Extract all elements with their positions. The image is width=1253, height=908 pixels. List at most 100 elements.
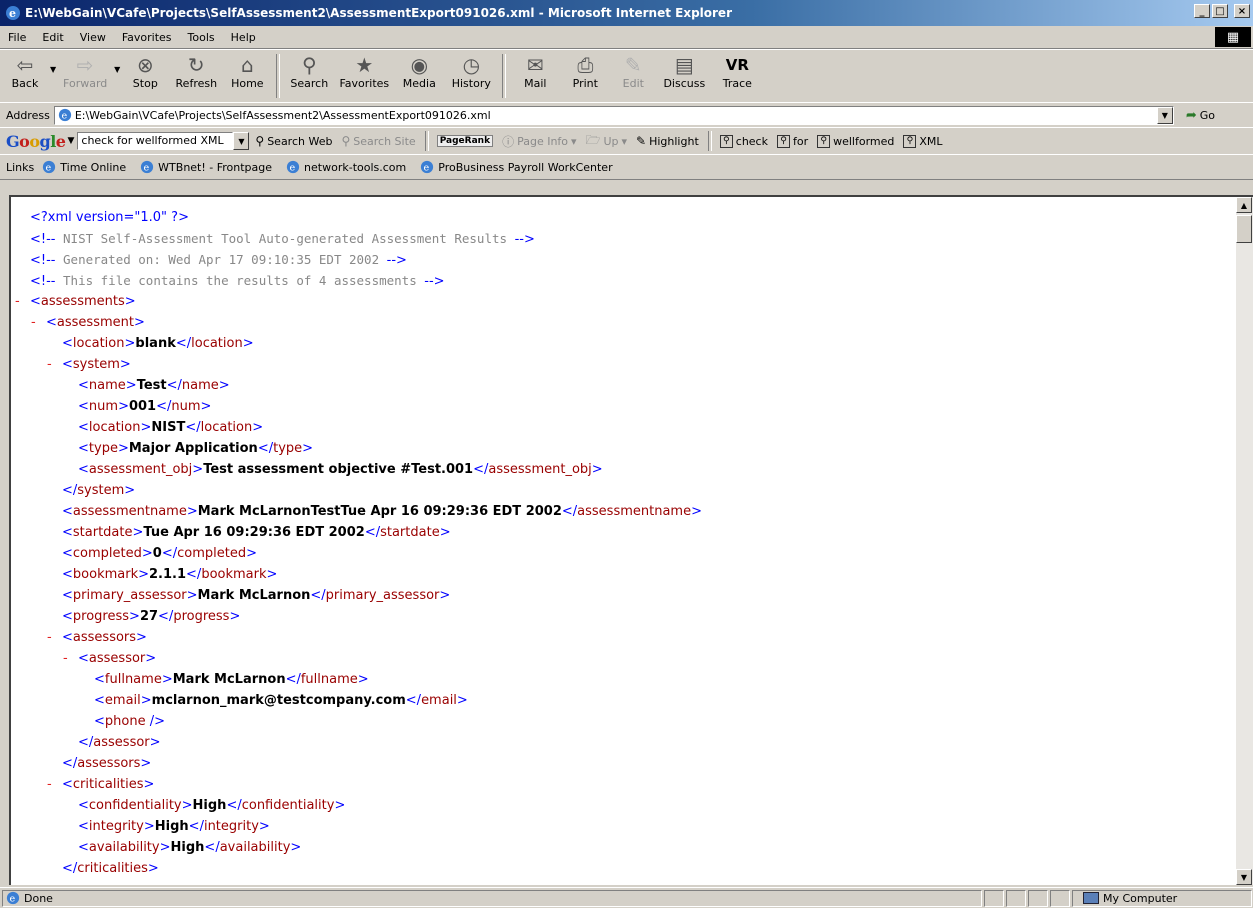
link-probusiness[interactable]: e ProBusiness Payroll WorkCenter <box>420 160 613 174</box>
minimize-button[interactable]: _ <box>1194 4 1210 18</box>
tag-name: availability <box>219 840 291 855</box>
mail-label: Mail <box>524 77 547 90</box>
history-button[interactable]: ◷ History <box>444 50 498 100</box>
status-cell <box>1006 889 1026 907</box>
collapse-toggle[interactable]: - <box>31 312 36 333</box>
term-for-button[interactable]: ⚲ for <box>776 134 809 148</box>
menu-favorites[interactable]: Favorites <box>114 31 180 44</box>
xml-line: - <system> <box>47 354 131 375</box>
tag-bracket: < <box>78 462 89 477</box>
tag-bracket: < <box>94 693 105 708</box>
search-button[interactable]: ⚲ Search <box>284 50 334 100</box>
collapse-toggle[interactable]: - <box>47 774 52 795</box>
menu-tools[interactable]: Tools <box>180 31 223 44</box>
tag-name: location <box>88 420 141 435</box>
tag-bracket: > <box>246 546 258 561</box>
link-time-online[interactable]: e Time Online <box>42 160 126 174</box>
scroll-down-icon[interactable]: ▼ <box>1236 869 1252 885</box>
collapse-toggle[interactable]: - <box>47 354 52 375</box>
address-dropdown-icon[interactable]: ▼ <box>1156 106 1173 124</box>
stop-button[interactable]: ⊗ Stop <box>120 50 170 100</box>
xml-line: <confidentiality>High</confidentiality> <box>78 795 345 816</box>
discuss-button[interactable]: ▤ Discuss <box>656 50 712 100</box>
tag-bracket: > <box>125 378 137 393</box>
tag-bracket: < <box>62 777 73 792</box>
mail-button[interactable]: ✉ Mail <box>510 50 560 100</box>
svg-text:e: e <box>10 894 16 905</box>
vertical-scrollbar[interactable]: ▲ ▼ <box>1236 195 1253 885</box>
menu-edit[interactable]: Edit <box>34 31 71 44</box>
tag-name: type <box>88 441 118 456</box>
term-xml-button[interactable]: ⚲ XML <box>903 134 943 148</box>
tag-bracket: > <box>117 441 129 456</box>
collapse-toggle[interactable]: - <box>47 627 52 648</box>
google-separator <box>424 131 429 151</box>
pagerank-indicator[interactable]: PageRank <box>436 135 494 147</box>
xml-document-view[interactable]: <?xml version="1.0" ?> <!-- NIST Self-Ass… <box>9 195 1236 885</box>
term-wellformed-button[interactable]: ⚲ wellformed <box>817 134 895 148</box>
tag-bracket: > <box>252 420 264 435</box>
xml-line: </system> <box>62 480 135 501</box>
highlight-button[interactable]: ✎ Highlight <box>636 134 699 148</box>
term-check-button[interactable]: ⚲ check <box>719 134 768 148</box>
edit-button[interactable]: ✎ Edit <box>610 50 656 100</box>
forward-button[interactable]: ⇨ Forward <box>56 50 114 100</box>
tag-name: location <box>191 336 243 351</box>
back-button[interactable]: ⇦ Back <box>0 50 50 100</box>
scroll-up-icon[interactable]: ▲ <box>1236 197 1252 213</box>
tag-bracket: > <box>133 315 145 330</box>
trace-button[interactable]: VR Trace <box>712 50 762 100</box>
tag-bracket: > <box>229 609 241 624</box>
my-computer-icon <box>1083 892 1099 904</box>
page-info-button[interactable]: ⓘ Page Info ▾ <box>502 133 577 150</box>
menu-help[interactable]: Help <box>223 31 264 44</box>
google-search-input[interactable]: check for wellformed XML <box>77 132 234 150</box>
status-text: Done <box>24 891 53 905</box>
google-menu-dropdown-icon[interactable]: ▼ <box>67 136 74 146</box>
address-bar: Address e E:\WebGain\VCafe\Projects\Self… <box>0 102 1253 128</box>
go-button[interactable]: ➦ Go <box>1186 108 1215 123</box>
tag-bracket: </ <box>473 462 489 477</box>
search-web-button[interactable]: ⚲ Search Web <box>255 134 332 148</box>
xml-line: <email>mclarnon_mark@testcompany.com</em… <box>94 690 468 711</box>
home-button[interactable]: ⌂ Home <box>222 50 272 100</box>
forward-arrow-icon: ⇨ <box>76 53 94 77</box>
collapse-toggle[interactable]: - <box>63 648 68 669</box>
search-site-button[interactable]: ⚲ Search Site <box>341 134 415 148</box>
up-button[interactable]: 🗁 Up ▾ <box>586 131 627 152</box>
term-label: wellformed <box>833 134 895 148</box>
edit-label: Edit <box>622 77 644 90</box>
xml-comment: <!-- Generated on: Wed Apr 17 09:10:35 E… <box>30 252 407 268</box>
media-button[interactable]: ◉ Media <box>394 50 444 100</box>
tag-bracket: < <box>78 798 89 813</box>
google-search-dropdown-icon[interactable]: ▼ <box>233 132 250 150</box>
favorites-button[interactable]: ★ Favorites <box>334 50 394 100</box>
tag-name: assessor <box>88 651 146 666</box>
menu-view[interactable]: View <box>72 31 114 44</box>
collapse-toggle[interactable]: - <box>15 291 20 312</box>
maximize-button[interactable]: □ <box>1212 4 1228 18</box>
comment-close: --> <box>386 253 407 268</box>
close-button[interactable]: × <box>1234 4 1250 18</box>
tag-bracket: > <box>192 462 204 477</box>
tag-bracket: > <box>147 861 159 876</box>
scroll-thumb[interactable] <box>1236 215 1252 243</box>
address-value: E:\WebGain\VCafe\Projects\SelfAssessment… <box>74 108 491 122</box>
tag-bracket: </ <box>62 861 78 876</box>
tag-bracket: > <box>140 756 152 771</box>
tag-name: fullname <box>300 672 358 687</box>
link-label: Time Online <box>60 160 127 174</box>
print-button[interactable]: ⎙ Print <box>560 50 610 100</box>
address-input[interactable]: e E:\WebGain\VCafe\Projects\SelfAssessme… <box>53 105 1174 125</box>
link-network-tools[interactable]: e network-tools.com <box>286 160 406 174</box>
google-logo[interactable]: Google <box>6 132 66 151</box>
page-info-dropdown-icon: ▾ <box>571 134 577 148</box>
menu-file[interactable]: File <box>0 31 34 44</box>
refresh-button[interactable]: ↻ Refresh <box>170 50 222 100</box>
stop-label: Stop <box>132 77 158 90</box>
link-wtbnet[interactable]: e WTBnet! - Frontpage <box>140 160 272 174</box>
tag-bracket: > <box>136 630 147 645</box>
term-label: for <box>792 134 809 148</box>
tag-name: location <box>200 420 253 435</box>
tag-bracket: > <box>149 735 161 750</box>
